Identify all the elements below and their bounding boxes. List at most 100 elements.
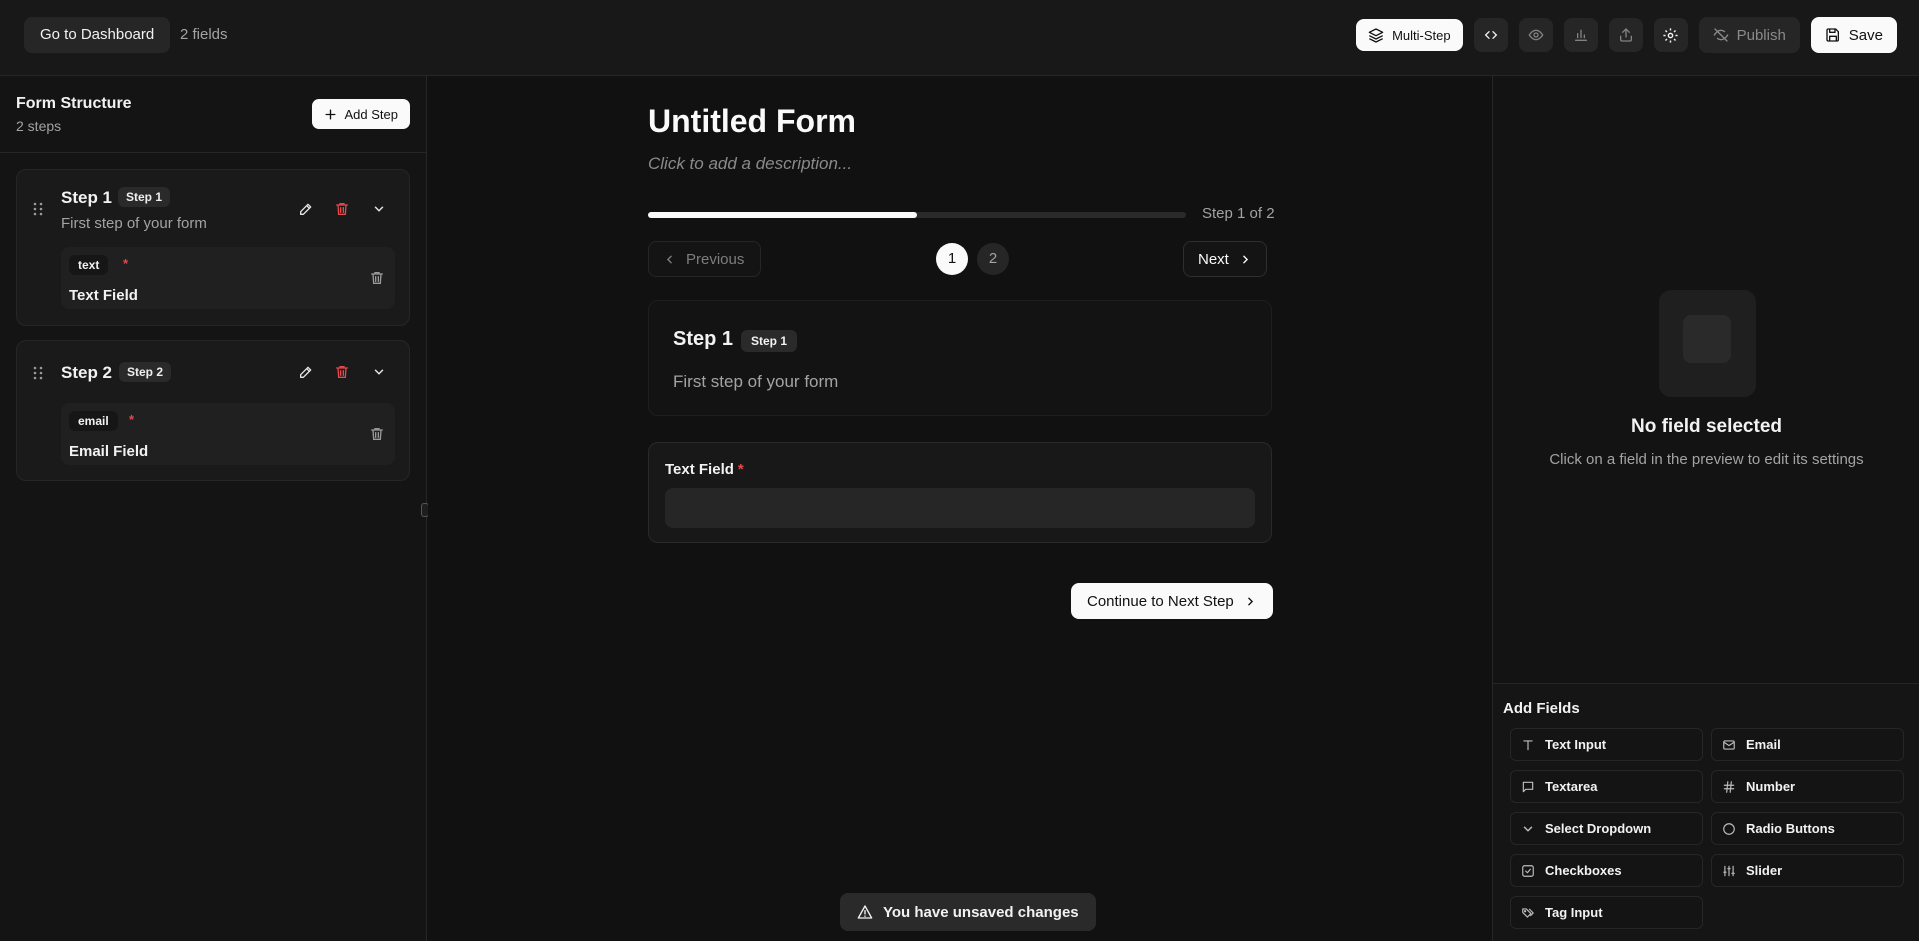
page-indicator-1[interactable]: 1 <box>936 243 968 275</box>
step-badge: Step 2 <box>119 362 172 382</box>
add-textarea-button[interactable]: Textarea <box>1510 770 1703 803</box>
step-name: Step 2 <box>61 363 113 382</box>
preview-field-label-text: Text Field <box>665 461 734 478</box>
empty-state-illustration <box>1659 290 1756 397</box>
required-mark: * <box>737 461 744 478</box>
chevron-left-icon <box>666 255 672 263</box>
edit-step-button[interactable] <box>297 363 315 381</box>
code-icon <box>1484 30 1497 39</box>
warning-icon <box>857 905 873 919</box>
add-text-input-button[interactable]: Text Input <box>1510 728 1703 761</box>
preview-button[interactable] <box>1518 18 1553 52</box>
chevron-right-icon <box>1243 255 1248 263</box>
next-label: Next <box>1198 250 1229 268</box>
multi-step-toggle[interactable]: Multi-Step <box>1356 19 1463 51</box>
save-label: Save <box>1848 26 1883 44</box>
field-label: Email Field <box>69 443 149 460</box>
circle-icon <box>1723 822 1735 835</box>
form-description[interactable]: Click to add a description... <box>648 154 852 174</box>
progress-text: Step 1 of 2 <box>1202 205 1275 222</box>
add-tag-input-button[interactable]: Tag Input <box>1510 896 1703 929</box>
tags-icon <box>1522 907 1534 918</box>
required-mark: * <box>123 256 129 271</box>
chevron-down-icon <box>374 369 384 375</box>
text-field-input[interactable] <box>665 488 1255 528</box>
save-button[interactable]: Save <box>1810 17 1897 53</box>
empty-state-subtitle: Click on a field in the preview to edit … <box>1549 451 1864 468</box>
text-icon <box>1523 739 1533 750</box>
drag-handle-icon[interactable] <box>33 366 43 380</box>
field-type-badge: text <box>69 255 109 275</box>
add-step-button[interactable]: Add Step <box>311 99 410 129</box>
next-button[interactable]: Next <box>1183 241 1267 277</box>
step-card-1[interactable]: Step 1 Step 1 First step of your form te… <box>16 169 410 326</box>
field-type-label: Radio Buttons <box>1746 821 1835 836</box>
go-to-dashboard-button[interactable]: Go to Dashboard <box>24 17 171 53</box>
add-checkboxes-button[interactable]: Checkboxes <box>1510 854 1703 887</box>
delete-step-button[interactable] <box>333 363 351 381</box>
field-type-label: Tag Input <box>1545 905 1603 920</box>
step-card-2[interactable]: Step 2 Step 2 email * Email Field <box>16 340 410 481</box>
hash-icon <box>1723 780 1735 793</box>
field-count: 2 fields <box>180 26 228 43</box>
required-mark: * <box>129 412 135 427</box>
publish-button[interactable]: Publish <box>1698 17 1800 53</box>
previous-label: Previous <box>686 250 745 268</box>
form-title[interactable]: Untitled Form <box>648 103 856 140</box>
collapse-step-button[interactable] <box>370 200 388 218</box>
field-label: Text Field <box>69 287 138 304</box>
add-number-button[interactable]: Number <box>1711 770 1904 803</box>
layers-icon <box>1368 27 1384 43</box>
step-count: 2 steps <box>16 118 62 134</box>
chevron-down-icon <box>1523 826 1533 832</box>
add-radio-buttons-button[interactable]: Radio Buttons <box>1711 812 1904 845</box>
settings-button[interactable] <box>1653 18 1688 52</box>
step-field-item[interactable]: text * Text Field <box>61 247 395 309</box>
progress-bar <box>648 212 1186 218</box>
previous-button[interactable]: Previous <box>648 241 762 277</box>
collapse-step-button[interactable] <box>370 363 388 381</box>
save-icon <box>1826 28 1839 42</box>
current-step-description: First step of your form <box>673 372 839 391</box>
trash-icon[interactable] <box>369 426 385 442</box>
step-description: First step of your form <box>61 215 207 232</box>
current-step-badge: Step 1 <box>741 330 798 352</box>
add-email-button[interactable]: Email <box>1711 728 1904 761</box>
step-field-item[interactable]: email * Email Field <box>61 403 395 465</box>
trash-icon[interactable] <box>369 270 385 286</box>
pencil-icon <box>300 366 312 378</box>
delete-step-button[interactable] <box>333 200 351 218</box>
current-step-header: Step 1 Step 1 First step of your form <box>648 300 1272 416</box>
progress-fill <box>648 212 917 218</box>
eye-icon <box>1528 29 1544 41</box>
step-badge: Step 1 <box>118 187 171 207</box>
chevron-right-icon <box>1247 597 1253 605</box>
page-indicator-2[interactable]: 2 <box>977 243 1009 275</box>
share-button[interactable] <box>1608 18 1643 52</box>
panel-title: Form Structure <box>16 95 132 112</box>
analytics-button[interactable] <box>1563 18 1598 52</box>
top-bar: Go to Dashboard 2 fields Multi-Step Publ… <box>0 0 1919 76</box>
add-select-dropdown-button[interactable]: Select Dropdown <box>1510 812 1703 845</box>
toolbar: Multi-Step Publish Save <box>1356 17 1897 53</box>
add-step-label: Add Step <box>344 106 399 122</box>
edit-step-button[interactable] <box>297 200 315 218</box>
code-button[interactable] <box>1473 18 1508 52</box>
current-step-name: Step 1 <box>673 328 734 350</box>
preview-field-card[interactable]: Text Field * <box>648 442 1272 543</box>
continue-button[interactable]: Continue to Next Step <box>1071 583 1273 619</box>
field-type-label: Email <box>1746 737 1781 752</box>
field-type-badge: email <box>69 411 118 431</box>
trash-icon <box>336 203 348 215</box>
mail-icon <box>1723 739 1735 750</box>
chevron-down-icon <box>374 206 384 212</box>
sliders-icon <box>1723 865 1735 876</box>
add-slider-button[interactable]: Slider <box>1711 854 1904 887</box>
add-fields-section: Add Fields Text Input Email Textarea Num… <box>1493 683 1919 941</box>
checkbox-icon <box>1522 864 1534 877</box>
form-preview: Untitled Form Click to add a description… <box>428 76 1492 941</box>
step-name: Step 1 <box>61 188 113 207</box>
drag-handle-icon[interactable] <box>33 202 43 216</box>
field-settings-panel: No field selected Click on a field in th… <box>1492 76 1919 941</box>
message-icon <box>1522 781 1534 792</box>
